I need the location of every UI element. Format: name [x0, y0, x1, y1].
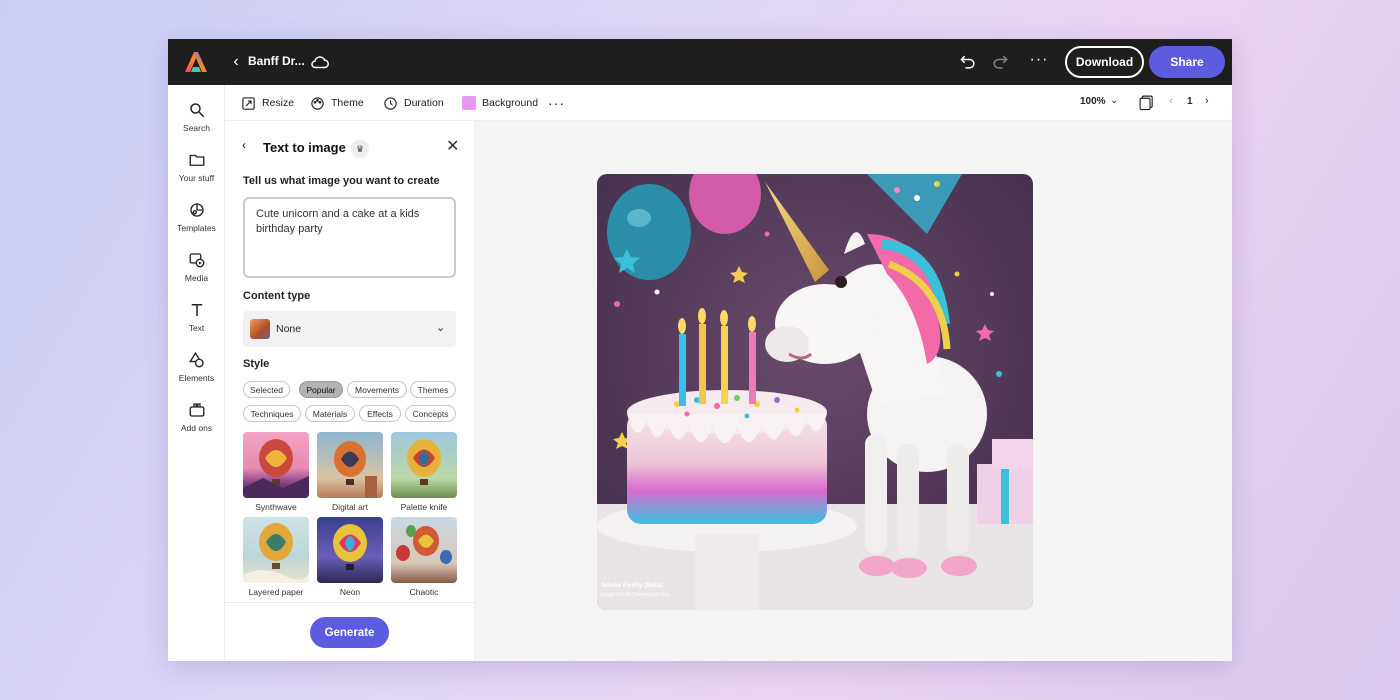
zoom-level[interactable]: 100% — [1080, 96, 1106, 107]
unicorn-cake-illustration — [597, 174, 1033, 610]
rail-item-templates[interactable]: Templates — [168, 201, 225, 245]
folder-icon — [189, 154, 204, 166]
style-tile-synthwave[interactable] — [243, 432, 309, 498]
chip-popular[interactable]: Popular — [299, 381, 343, 398]
page-number: 1 — [1187, 96, 1193, 107]
media-icon — [189, 253, 204, 268]
adobe-express-logo-icon[interactable] — [184, 50, 208, 74]
palette-icon — [311, 96, 324, 110]
app-window: ‹ Banff Dr... ··· Download Share Search … — [168, 39, 1232, 661]
style-tile-digital-art[interactable] — [317, 432, 383, 498]
rail-item-elements[interactable]: Elements — [168, 351, 225, 395]
rail-item-add-ons[interactable]: Add ons — [168, 401, 225, 445]
style-tile-palette-knife[interactable] — [391, 432, 457, 498]
theme-button[interactable]: Theme — [310, 94, 364, 112]
background-color-swatch — [462, 96, 476, 110]
prompt-label: Tell us what image you want to create — [243, 175, 440, 187]
search-icon — [189, 103, 204, 118]
chip-themes[interactable]: Themes — [410, 381, 456, 398]
hot-air-balloon-icon — [333, 524, 367, 570]
panel-title: Text to image — [263, 140, 346, 155]
content-type-value: None — [276, 323, 302, 335]
rail-item-search[interactable]: Search — [168, 101, 225, 145]
hot-air-balloon-icon — [243, 523, 309, 583]
firefly-badge-title: Adobe Firefly (Beta) — [601, 582, 663, 589]
resize-icon — [242, 96, 255, 110]
background-button[interactable]: Background — [462, 94, 538, 112]
firefly-badge-subtitle: Image Not for Commercial Use — [601, 592, 670, 598]
chip-concepts[interactable]: Concepts — [405, 405, 456, 422]
chip-movements[interactable]: Movements — [347, 381, 407, 398]
rail-item-your-stuff[interactable]: Your stuff — [168, 151, 225, 195]
chip-techniques[interactable]: Techniques — [243, 405, 301, 422]
document-title[interactable]: Banff Dr... — [248, 54, 305, 68]
style-tile-label: Palette knife — [400, 502, 448, 512]
hot-air-balloon-icon — [243, 439, 309, 498]
left-rail: Search Your stuff Templates Media Text E… — [168, 85, 225, 661]
content-type-thumbnail — [250, 319, 270, 339]
resize-button[interactable]: Resize — [241, 94, 294, 112]
style-tile-label: Synthwave — [255, 502, 297, 512]
style-tile-chaotic[interactable] — [391, 517, 457, 583]
templates-icon — [189, 203, 204, 217]
cloud-icon[interactable] — [309, 51, 331, 73]
toolbar-more-icon[interactable]: ··· — [548, 94, 565, 112]
redo-icon[interactable] — [990, 52, 1010, 72]
panel-back-icon[interactable]: ‹ — [242, 138, 246, 152]
prompt-input[interactable]: Cute unicorn and a cake at a kids birthd… — [243, 197, 456, 278]
next-page-icon[interactable]: › — [1205, 95, 1209, 107]
more-options-icon[interactable]: ··· — [1028, 51, 1050, 73]
back-button[interactable]: ‹ — [226, 52, 246, 72]
share-button[interactable]: Share — [1149, 46, 1225, 78]
generated-image[interactable]: Adobe Firefly (Beta) Image Not for Comme… — [597, 174, 1033, 610]
generate-button[interactable]: Generate — [310, 617, 389, 648]
style-tile-label: Chaotic — [409, 587, 439, 597]
rail-item-media[interactable]: Media — [168, 251, 225, 295]
undo-icon[interactable] — [958, 52, 978, 72]
duration-button[interactable]: Duration — [383, 94, 444, 112]
chip-selected[interactable]: Selected — [243, 381, 290, 398]
chevron-down-icon: ⌄ — [436, 322, 446, 334]
content-type-label: Content type — [243, 290, 311, 302]
hot-air-balloon-icon — [396, 525, 452, 564]
previous-page-icon[interactable]: ‹ — [1169, 95, 1173, 107]
style-tile-layered-paper[interactable] — [243, 517, 309, 583]
premium-crown-icon: ♛ — [351, 140, 369, 158]
hot-air-balloon-icon — [334, 441, 377, 498]
elements-icon — [188, 351, 204, 368]
hot-air-balloon-icon — [407, 439, 441, 485]
close-icon[interactable]: ✕ — [446, 136, 459, 156]
style-tile-label: Neon — [339, 587, 361, 597]
style-tile-label: Layered paper — [248, 587, 304, 597]
text-to-image-panel: ‹ Text to image ♛ ✕ Tell us what image y… — [225, 121, 475, 661]
pages-icon[interactable] — [1138, 94, 1155, 111]
panel-divider — [225, 602, 475, 603]
rail-item-text[interactable]: Text — [168, 301, 225, 345]
addons-icon — [189, 403, 204, 417]
download-button[interactable]: Download — [1065, 46, 1144, 78]
chevron-down-icon[interactable]: ⌄ — [1110, 95, 1118, 106]
chip-materials[interactable]: Materials — [305, 405, 355, 422]
canvas-toolbar: Resize Theme Duration Background ··· 100… — [225, 85, 1232, 121]
style-label: Style — [243, 358, 270, 370]
content-type-select[interactable]: None ⌄ — [243, 311, 456, 347]
canvas-area[interactable]: Adobe Firefly (Beta) Image Not for Comme… — [475, 121, 1232, 661]
top-bar: ‹ Banff Dr... ··· Download Share — [168, 39, 1232, 85]
style-tile-neon[interactable] — [317, 517, 383, 583]
clock-icon — [384, 96, 397, 110]
chip-effects[interactable]: Effects — [359, 405, 401, 422]
style-tile-label: Digital art — [332, 502, 368, 512]
text-icon — [191, 304, 202, 316]
